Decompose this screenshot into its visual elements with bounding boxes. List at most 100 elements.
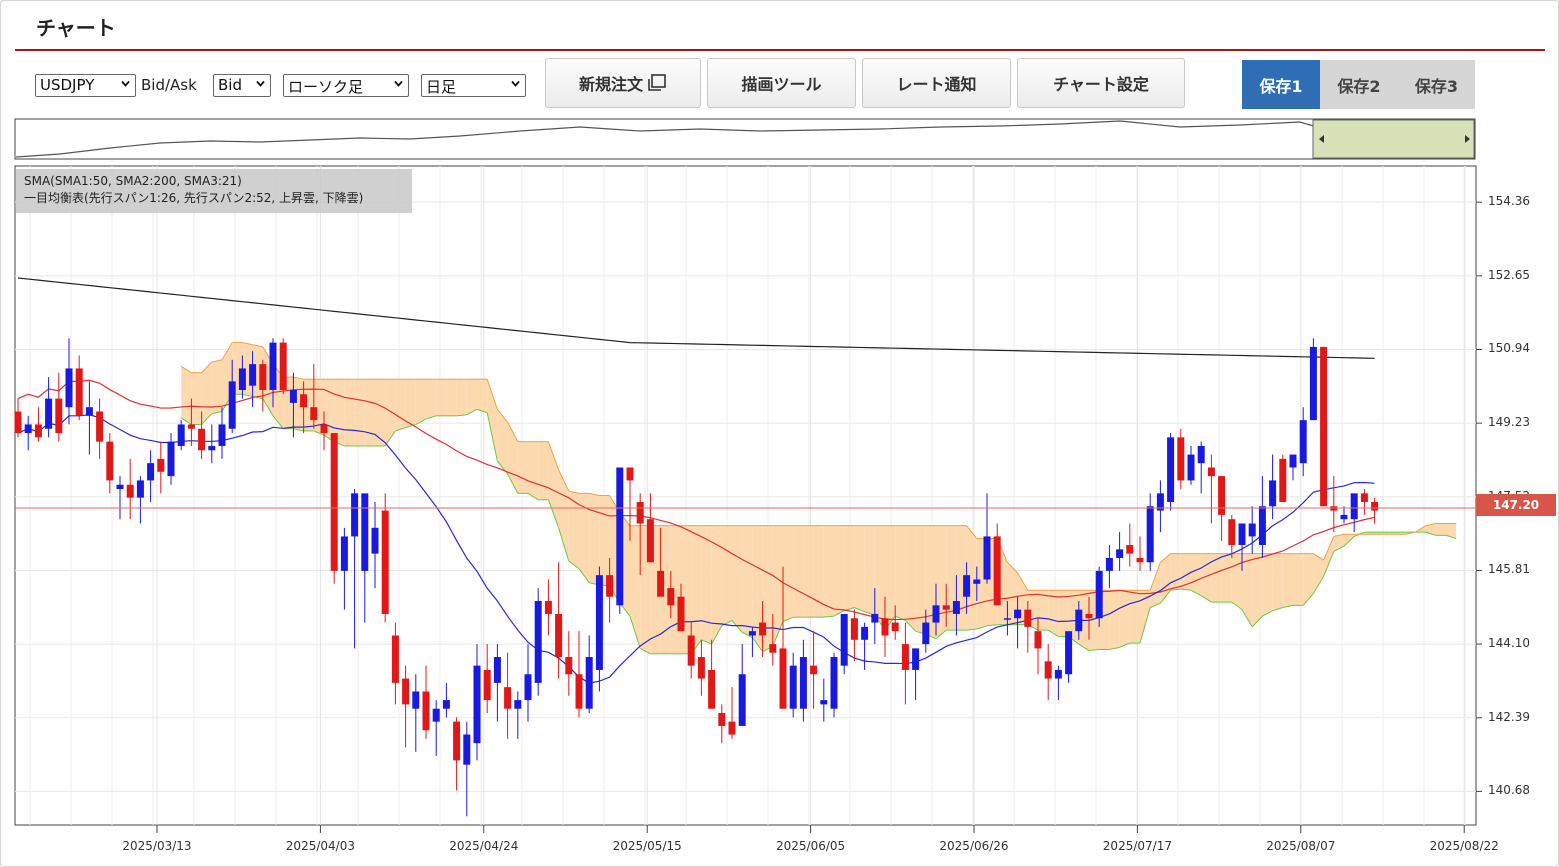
legend-sma: SMA(SMA1:50, SMA2:200, SMA3:21) xyxy=(24,174,242,188)
x-tick-label: 2025/06/05 xyxy=(776,839,846,853)
cloud-segment xyxy=(528,441,539,500)
candle-body xyxy=(697,657,705,679)
candle-body xyxy=(1360,493,1368,502)
cloud-segment xyxy=(885,525,896,631)
candle-body xyxy=(1238,523,1246,546)
y-tick-label: 150.94 xyxy=(1488,341,1530,356)
candle-body xyxy=(626,467,634,481)
candle-body xyxy=(799,657,807,709)
candle-body xyxy=(1258,506,1266,546)
y-tick-label: 145.81 xyxy=(1488,562,1530,577)
candle-body xyxy=(187,424,195,429)
candle-body xyxy=(779,648,787,709)
cloud-segment xyxy=(701,525,712,645)
candle-body xyxy=(922,622,930,645)
candle-body xyxy=(1014,609,1022,619)
cloud-segment xyxy=(1191,553,1202,596)
candle-body xyxy=(657,570,665,597)
candle-body xyxy=(1309,346,1317,421)
candle-body xyxy=(942,605,950,610)
candle-body xyxy=(952,601,960,614)
y-tick-label: 142.39 xyxy=(1488,709,1530,724)
candle-body xyxy=(595,575,603,670)
cloud-segment xyxy=(1129,590,1140,644)
cloud-segment xyxy=(1282,553,1293,608)
candle-body xyxy=(453,721,461,761)
candle-body xyxy=(483,669,491,701)
candle-body xyxy=(1320,346,1328,507)
x-tick-label: 2025/08/22 xyxy=(1429,839,1499,853)
candle-body xyxy=(1207,467,1215,477)
cloud-segment xyxy=(905,525,916,632)
candle-body xyxy=(330,433,338,571)
cloud-segment xyxy=(395,379,406,431)
candle-body xyxy=(340,536,348,571)
candle-body xyxy=(351,493,359,537)
candle-body xyxy=(565,657,573,675)
candle-body xyxy=(1350,493,1358,520)
cloud-segment xyxy=(783,525,794,622)
cloud-segment xyxy=(1272,553,1283,611)
candle-body xyxy=(75,368,83,416)
x-tick-label: 2025/03/13 xyxy=(122,839,192,853)
candle-body xyxy=(932,605,940,623)
candle-body xyxy=(861,626,869,640)
candle-body xyxy=(473,665,481,744)
candle-body xyxy=(34,424,42,438)
cloud-segment xyxy=(1252,553,1263,627)
candle-body xyxy=(412,691,420,709)
cloud-segment xyxy=(803,525,814,618)
cloud-segment xyxy=(681,525,692,654)
candle-body xyxy=(544,601,552,614)
cloud-segment xyxy=(834,525,845,617)
chart-canvas[interactable] xyxy=(0,0,1559,867)
candle-body xyxy=(504,687,512,709)
candle-body xyxy=(708,669,716,709)
navigator-window[interactable] xyxy=(1312,119,1475,159)
cloud-segment xyxy=(354,379,365,446)
candle-body xyxy=(1136,557,1144,563)
cloud-segment xyxy=(599,495,610,586)
candle-body xyxy=(1054,669,1062,679)
candle-body xyxy=(1248,523,1256,537)
candle-body xyxy=(1105,557,1113,571)
cloud-segment xyxy=(211,359,222,414)
candle-body xyxy=(667,588,675,606)
cloud-segment xyxy=(1293,553,1304,606)
candle-body xyxy=(45,398,53,429)
candle-body xyxy=(1218,476,1226,515)
y-tick-label: 140.68 xyxy=(1488,783,1530,798)
candle-body xyxy=(534,601,542,683)
candle-body xyxy=(391,635,399,683)
cloud-segment xyxy=(415,379,426,425)
candle-body xyxy=(147,463,155,481)
candle-body xyxy=(24,424,32,434)
candle-body xyxy=(901,644,909,670)
x-tick-label: 2025/08/07 xyxy=(1266,839,1336,853)
candle-body xyxy=(1085,613,1093,619)
cloud-segment xyxy=(732,525,743,633)
cloud-segment xyxy=(446,379,457,416)
candle-body xyxy=(1126,545,1134,554)
cloud-segment xyxy=(1262,553,1273,617)
candle-body xyxy=(1034,631,1042,649)
candle-body xyxy=(85,407,93,416)
y-tick-label: 149.23 xyxy=(1488,415,1530,430)
x-tick-label: 2025/04/03 xyxy=(285,839,355,853)
candle-body xyxy=(1177,437,1185,481)
x-axis-ticks xyxy=(156,825,1465,833)
candle-body xyxy=(1075,609,1083,632)
candle-body xyxy=(830,657,838,709)
navigator[interactable] xyxy=(14,118,1476,160)
cloud-segment xyxy=(405,379,416,428)
cloud-segment xyxy=(426,379,437,420)
cloud-segment xyxy=(436,379,447,416)
candle-body xyxy=(1340,514,1348,520)
candle-body xyxy=(249,364,257,386)
candle-body xyxy=(575,674,583,709)
cloud-segment xyxy=(181,366,192,425)
candle-body xyxy=(432,708,440,722)
candle-body xyxy=(810,665,818,675)
candle-body xyxy=(616,467,624,606)
candle-body xyxy=(973,579,981,584)
